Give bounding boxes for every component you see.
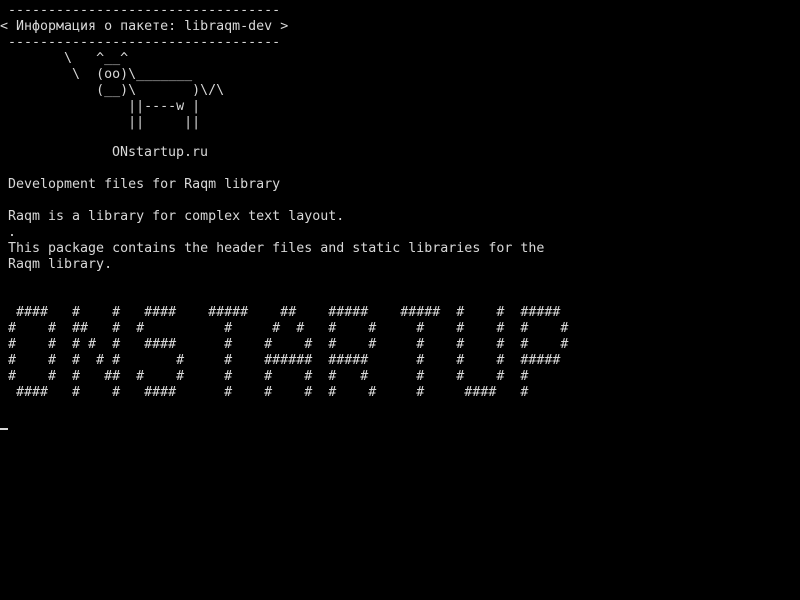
- cowsay-line: \ (oo)\_______: [0, 67, 193, 82]
- package-summary: Development files for Raqm library: [8, 177, 281, 192]
- cowsay-line: || ||: [0, 115, 201, 130]
- description-line: .: [8, 225, 17, 240]
- terminal-window[interactable]: ---------------------------------- < Инфо…: [0, 0, 800, 600]
- onstartup-ascii-banner: #### # # #### ##### ## ##### ##### # # #…: [8, 305, 568, 401]
- description-line: This package contains the header files a…: [8, 241, 545, 256]
- package-description: Raqm is a library for complex text layou…: [8, 209, 544, 273]
- cowsay-line: ----------------------------------: [0, 35, 281, 50]
- terminal-cursor: [0, 428, 8, 430]
- banner-line: # # # # # # # ###### ##### # # # #####: [8, 353, 561, 368]
- description-line: Raqm is a library for complex text layou…: [8, 209, 345, 224]
- banner-line: # # # ## # # # # # # # # # # #: [8, 369, 529, 384]
- cowsay-line: (__)\ )\/\: [0, 83, 225, 98]
- cowsay-line: \ ^__^: [0, 51, 129, 66]
- cowsay-art: ---------------------------------- < Инфо…: [0, 3, 288, 131]
- banner-line: #### # # #### ##### ## ##### ##### # # #…: [8, 305, 561, 320]
- description-line: Raqm library.: [8, 257, 113, 272]
- cowsay-line: < Информация о пакете: libraqm-dev >: [0, 19, 289, 34]
- cowsay-line: ||----w |: [0, 99, 201, 114]
- cowsay-line: ----------------------------------: [0, 3, 281, 18]
- banner-line: # # ## # # # # # # # # # # # #: [8, 321, 569, 336]
- banner-line: #### # # #### # # # # # # #### #: [8, 385, 529, 400]
- banner-line: # # # # # #### # # # # # # # # # #: [8, 337, 569, 352]
- website-label: ONstartup.ru: [112, 145, 209, 160]
